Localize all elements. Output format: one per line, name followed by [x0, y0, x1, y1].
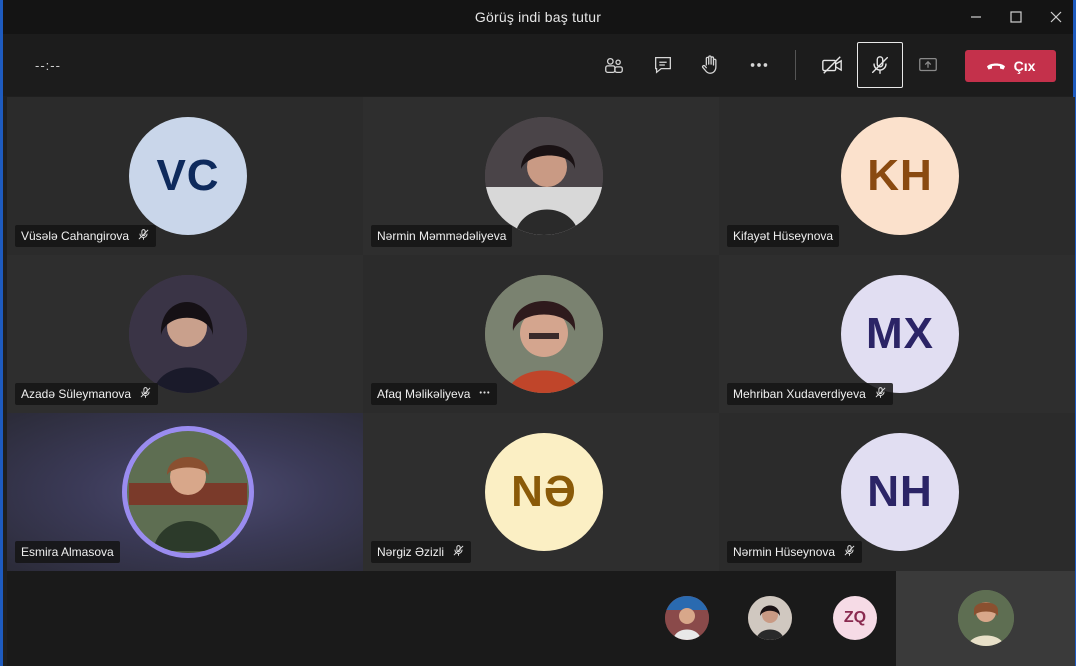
participant-name-label: Nərmin Hüseynova — [727, 541, 863, 563]
hand-icon — [701, 55, 717, 74]
overflow-participant-avatar[interactable] — [748, 596, 792, 640]
hang-up-icon — [986, 63, 1005, 70]
participant-avatar: MX — [841, 275, 959, 393]
participant-tile[interactable]: Afaq Məlikəliyeva — [363, 255, 719, 413]
profile-photo — [665, 596, 709, 640]
participant-avatar — [129, 275, 247, 393]
mic-toggle-button[interactable] — [857, 42, 903, 88]
chat-button[interactable] — [640, 42, 686, 88]
maximize-icon — [1010, 11, 1022, 23]
participant-tile[interactable]: NH Nərmin Hüseynova — [719, 413, 1075, 571]
participant-tile[interactable]: NƏ Nərgiz Əzizli — [363, 413, 719, 571]
share-screen-icon — [919, 57, 937, 72]
maximize-button[interactable] — [996, 0, 1036, 34]
profile-photo — [129, 433, 247, 551]
participant-avatar: KH — [841, 117, 959, 235]
mic-off-icon — [871, 56, 889, 74]
overflow-participant-avatar[interactable] — [665, 596, 709, 640]
close-icon — [1050, 11, 1062, 23]
leave-button[interactable]: Çıx — [965, 50, 1056, 82]
profile-photo — [485, 275, 603, 393]
mic-off-icon — [843, 544, 856, 560]
toolbar-divider — [795, 50, 796, 80]
mic-off-icon — [137, 228, 150, 244]
participant-name: Nərmin Məmmədəliyeva — [377, 229, 507, 243]
participant-avatar: VC — [129, 117, 247, 235]
participant-name: Nərgiz Əzizli — [377, 545, 445, 559]
teams-meeting-window: Görüş indi baş tutur --:-- Çıx VC Vüsələ… — [0, 0, 1076, 666]
participant-name: Vüsələ Cahangirova — [21, 229, 130, 243]
participant-avatar — [485, 275, 603, 393]
more-icon — [750, 63, 768, 67]
participant-name-label: Azadə Süleymanova — [15, 383, 159, 405]
camera-off-icon — [822, 56, 842, 74]
person-silhouette-icon — [958, 590, 1014, 646]
raise-hand-button[interactable] — [687, 42, 733, 88]
meeting-toolbar: --:-- Çıx — [3, 34, 1073, 96]
people-icon — [605, 57, 623, 73]
participants-button[interactable] — [591, 42, 637, 88]
close-button[interactable] — [1036, 0, 1076, 34]
mic-off-icon — [452, 544, 465, 560]
minimize-icon — [971, 16, 981, 18]
share-screen-button[interactable] — [905, 42, 951, 88]
overflow-strip: ZQ — [7, 571, 1075, 666]
window-title: Görüş indi baş tutur — [474, 9, 602, 25]
participant-tile[interactable]: VC Vüsələ Cahangirova — [7, 97, 363, 255]
participant-tile[interactable]: KH Kifayət Hüseynova — [719, 97, 1075, 255]
minimize-button[interactable] — [956, 0, 996, 34]
participant-name-label: Afaq Məlikəliyeva — [371, 383, 498, 405]
participant-name: Afaq Məlikəliyeva — [377, 387, 471, 401]
mic-off-icon — [874, 386, 887, 402]
participant-avatar — [122, 426, 254, 558]
more-actions-button[interactable] — [736, 42, 782, 88]
participant-tile[interactable]: Nərmin Məmmədəliyeva — [363, 97, 719, 255]
participant-name: Esmira Almasova — [21, 545, 114, 559]
avatar-initials: KH — [867, 151, 933, 200]
leave-label: Çıx — [1013, 58, 1036, 74]
participant-name: Nərmin Hüseynova — [733, 545, 836, 559]
camera-toggle-button[interactable] — [809, 42, 855, 88]
self-view[interactable] — [896, 571, 1075, 666]
participant-name-label: Mehriban Xudaverdiyeva — [727, 383, 893, 405]
participant-tile[interactable]: MX Mehriban Xudaverdiyeva — [719, 255, 1075, 413]
participant-tile[interactable]: Azadə Süleymanova — [7, 255, 363, 413]
participant-avatar — [485, 117, 603, 235]
title-bar: Görüş indi baş tutur — [3, 0, 1073, 34]
participant-name: Mehriban Xudaverdiyeva — [733, 387, 866, 401]
participant-grid: VC Vüsələ Cahangirova Nərmin Məmmədəliyeva… — [7, 97, 1075, 571]
mic-off-icon — [139, 386, 152, 402]
more-icon[interactable] — [478, 386, 491, 402]
participant-avatar: NƏ — [485, 433, 603, 551]
avatar-initials: VC — [156, 151, 220, 200]
avatar-initials: NH — [867, 467, 933, 516]
avatar-initials: MX — [866, 309, 934, 358]
participant-name-label: Kifayət Hüseynova — [727, 225, 840, 247]
participant-tile[interactable]: Esmira Almasova — [7, 413, 363, 571]
participant-avatar: NH — [841, 433, 959, 551]
participant-name-label: Esmira Almasova — [15, 541, 120, 563]
participant-name: Azadə Süleymanova — [21, 387, 132, 401]
meeting-timer: --:-- — [35, 58, 61, 73]
participant-name: Kifayət Hüseynova — [733, 229, 834, 243]
participant-name-label: Nərgiz Əzizli — [371, 541, 472, 563]
participant-name-label: Nərmin Məmmədəliyeva — [371, 225, 513, 247]
avatar-initials: NƏ — [511, 467, 577, 516]
avatar-initials: ZQ — [843, 609, 867, 626]
chat-icon — [655, 57, 671, 74]
self-view-avatar — [958, 590, 1014, 646]
profile-photo — [748, 596, 792, 640]
participant-name-label: Vüsələ Cahangirova — [15, 225, 157, 247]
overflow-participant-avatar[interactable]: ZQ — [833, 596, 877, 640]
profile-photo — [129, 275, 247, 393]
profile-photo — [485, 117, 603, 235]
